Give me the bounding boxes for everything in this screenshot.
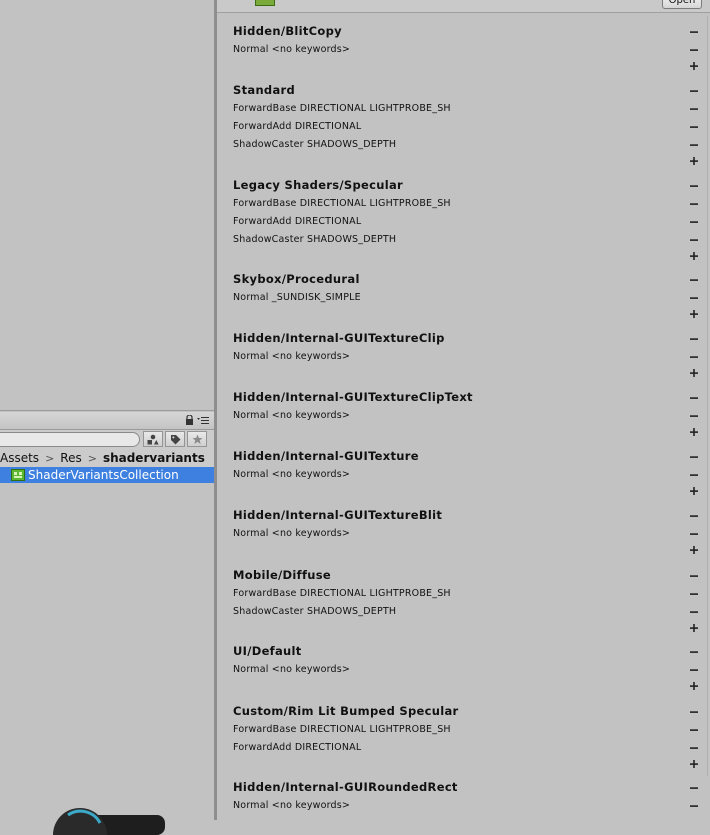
remove-variant-button[interactable] [689,334,699,344]
remove-variant-button[interactable] [689,511,699,521]
variant-item: ShadowCaster SHADOWS_DEPTH [233,606,397,617]
shader-name: Hidden/Internal-GUITextureClip [233,331,445,345]
lock-icon[interactable] [185,415,194,425]
chevron-right-icon: > [87,451,97,465]
breadcrumb-shadervariants[interactable]: shadervariants [103,451,205,465]
remove-variant-button[interactable] [689,783,699,793]
variant-item: Normal <no keywords> [233,800,351,811]
star-icon [192,434,202,444]
variant-item: Normal <no keywords> [233,44,351,55]
add-variant-button[interactable] [689,309,699,319]
remove-variant-button[interactable] [689,45,699,55]
remove-variant-button[interactable] [689,181,699,191]
asset-name: ShaderVariantsCollection [28,468,179,482]
variant-item: ForwardAdd DIRECTIONAL [233,742,362,753]
remove-variant-button[interactable] [689,725,699,735]
hierarchy-panel [0,0,214,410]
chevron-right-icon: > [45,451,55,465]
add-variant-button[interactable] [689,61,699,71]
shader-name: Mobile/Diffuse [233,568,331,582]
shader-name: Standard [233,83,296,97]
remove-variant-button[interactable] [689,743,699,753]
variant-item: ForwardAdd DIRECTIONAL [233,121,362,132]
panel-menu-icon[interactable] [197,416,209,425]
remove-variant-button[interactable] [689,393,699,403]
project-toolbar [0,412,214,430]
project-panel: Assets > Res > shadervariants ShaderVari… [0,410,214,821]
shader-name: Hidden/Internal-GUITextureClipText [233,390,473,404]
variant-item: ForwardBase DIRECTIONAL LIGHTPROBE_SH [233,198,451,209]
shader-name: Hidden/Internal-GUITexture [233,449,419,463]
asset-list-item[interactable]: ShaderVariantsCollection [0,467,214,483]
remove-variant-button[interactable] [689,140,699,150]
favorites-button[interactable] [187,431,207,447]
remove-variant-button[interactable] [689,452,699,462]
variant-item: Normal <no keywords> [233,528,351,539]
inspector-panel: Open Hidden/BlitCopy Normal <no keywords>… [217,0,710,820]
shader-variant-collection-icon [11,469,25,481]
remove-variant-button[interactable] [689,275,699,285]
remove-variant-button[interactable] [689,122,699,132]
remove-variant-button[interactable] [689,27,699,37]
remove-variant-button[interactable] [689,589,699,599]
remove-variant-button[interactable] [689,352,699,362]
progress-ring-widget [53,808,165,835]
add-variant-button[interactable] [689,623,699,633]
tag-icon [170,434,180,444]
shader-variant-collection-icon [255,0,275,6]
variant-item: ForwardBase DIRECTIONAL LIGHTPROBE_SH [233,103,451,114]
remove-variant-button[interactable] [689,647,699,657]
variant-item: Normal _SUNDISK_SIMPLE [233,292,361,303]
breadcrumb-assets[interactable]: Assets [0,451,39,465]
add-variant-button[interactable] [689,486,699,496]
variant-item: ShadowCaster SHADOWS_DEPTH [233,139,397,150]
add-variant-button[interactable] [689,759,699,769]
variant-item: Normal <no keywords> [233,664,351,675]
search-input[interactable] [0,432,140,447]
remove-variant-button[interactable] [689,665,699,675]
filter-by-type-button[interactable] [143,431,163,447]
inspector-header: Open [217,0,710,13]
shader-name: Hidden/BlitCopy [233,24,342,38]
variant-item: Normal <no keywords> [233,351,351,362]
remove-variant-button[interactable] [689,411,699,421]
filter-by-label-button[interactable] [165,431,185,447]
add-variant-button[interactable] [689,427,699,437]
shader-name: UI/Default [233,644,302,658]
variant-item: ForwardAdd DIRECTIONAL [233,216,362,227]
breadcrumb-res[interactable]: Res [60,451,81,465]
remove-variant-button[interactable] [689,801,699,811]
remove-variant-button[interactable] [689,470,699,480]
variant-item: Normal <no keywords> [233,469,351,480]
remove-variant-button[interactable] [689,607,699,617]
scrollbar[interactable] [707,16,708,776]
remove-variant-button[interactable] [689,571,699,581]
variant-item: ForwardBase DIRECTIONAL LIGHTPROBE_SH [233,588,451,599]
variant-item: ForwardBase DIRECTIONAL LIGHTPROBE_SH [233,724,451,735]
remove-variant-button[interactable] [689,707,699,717]
shader-name: Skybox/Procedural [233,272,360,286]
breadcrumb: Assets > Res > shadervariants [0,449,214,468]
add-variant-button[interactable] [689,156,699,166]
add-variant-button[interactable] [689,681,699,691]
variant-item: Normal <no keywords> [233,410,351,421]
remove-variant-button[interactable] [689,293,699,303]
add-variant-button[interactable] [689,368,699,378]
shader-name: Hidden/Internal-GUITextureBlit [233,508,443,522]
remove-variant-button[interactable] [689,86,699,96]
shader-name: Legacy Shaders/Specular [233,178,404,192]
shapes-icon [147,434,159,444]
remove-variant-button[interactable] [689,199,699,209]
remove-variant-button[interactable] [689,529,699,539]
add-variant-button[interactable] [689,251,699,261]
remove-variant-button[interactable] [689,235,699,245]
open-button[interactable]: Open [662,0,702,9]
shader-name: Hidden/Internal-GUIRoundedRect [233,780,458,794]
add-variant-button[interactable] [689,545,699,555]
remove-variant-button[interactable] [689,217,699,227]
variant-item: ShadowCaster SHADOWS_DEPTH [233,234,397,245]
shader-name: Custom/Rim Lit Bumped Specular [233,704,459,718]
remove-variant-button[interactable] [689,104,699,114]
